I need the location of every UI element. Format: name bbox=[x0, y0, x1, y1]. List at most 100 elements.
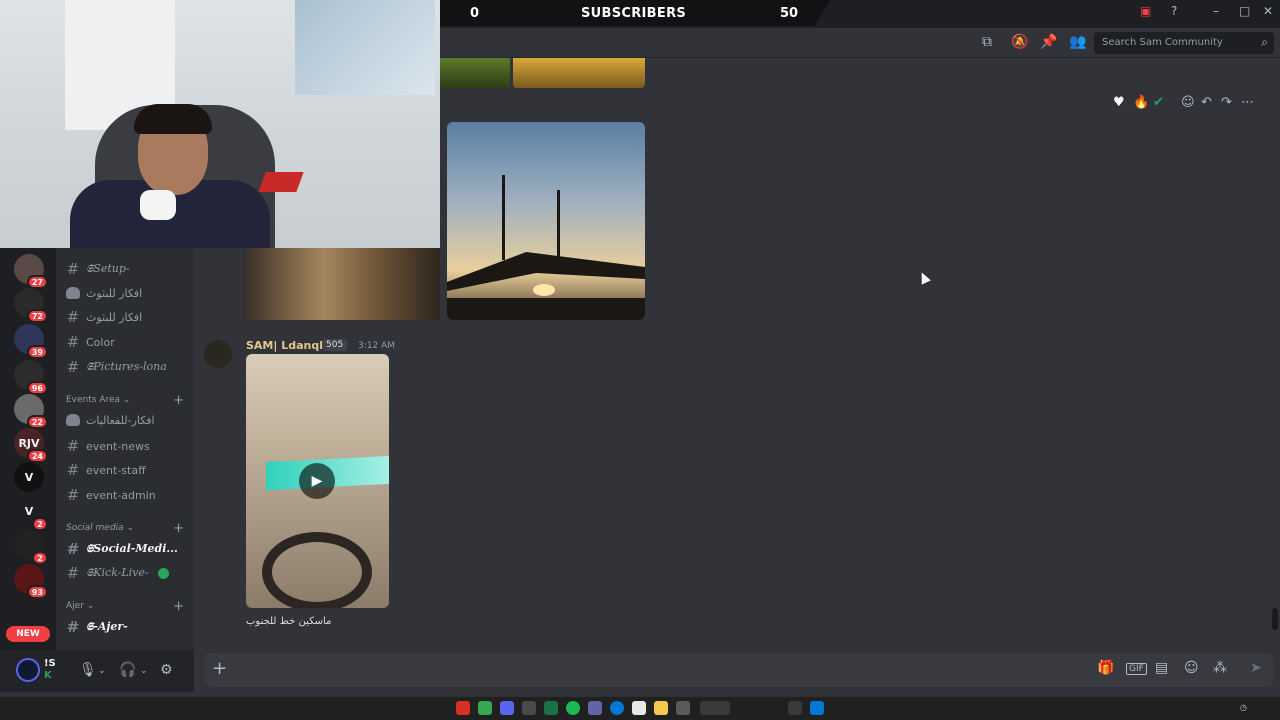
channel-ajer[interactable]: # 𝕾-Ajer- bbox=[60, 616, 188, 638]
inbox-icon[interactable]: ▣ bbox=[1140, 4, 1151, 18]
app-icon[interactable] bbox=[588, 701, 602, 715]
terminal-icon[interactable] bbox=[676, 701, 690, 715]
attachment-image-top-1[interactable] bbox=[440, 58, 510, 88]
hash-icon: # bbox=[66, 564, 80, 582]
add-channel-icon[interactable]: + bbox=[173, 393, 184, 408]
search-input[interactable]: Search Sam Community ⌕ bbox=[1094, 32, 1274, 54]
headphones-icon[interactable]: 🎧 bbox=[119, 662, 136, 678]
live-status-icon bbox=[157, 567, 169, 579]
settings-gear-icon[interactable]: ⚙ bbox=[160, 662, 173, 678]
chevron-down-icon[interactable]: ⌄ bbox=[98, 666, 106, 676]
emoji-icon[interactable]: ☺ bbox=[1184, 660, 1199, 676]
channel-header: ⧉ 🔕 📌 👥 Search Sam Community ⌕ bbox=[440, 28, 1280, 58]
send-icon[interactable]: ➤ bbox=[1250, 660, 1262, 676]
spotify-icon[interactable] bbox=[566, 701, 580, 715]
add-channel-icon[interactable]: + bbox=[173, 599, 184, 614]
reply-icon[interactable]: ↶ bbox=[1201, 95, 1212, 110]
edge-icon[interactable] bbox=[610, 701, 624, 715]
mouse-cursor bbox=[917, 270, 931, 285]
mute-icon[interactable]: 🔕 bbox=[1011, 34, 1028, 50]
server-icon-9[interactable]: 2 bbox=[14, 530, 48, 565]
server-icon-5[interactable]: 22 bbox=[14, 394, 48, 429]
server-icon-3[interactable]: 39 bbox=[14, 324, 48, 359]
avatar[interactable] bbox=[16, 658, 40, 682]
forward-icon[interactable]: ↷ bbox=[1221, 95, 1232, 110]
message-caption: ماسكين خط للجنوب bbox=[246, 616, 332, 627]
search-taskbar-icon[interactable] bbox=[700, 701, 730, 715]
server-badge: 24 bbox=[26, 449, 48, 463]
store-icon[interactable] bbox=[632, 701, 646, 715]
obs-icon[interactable] bbox=[522, 701, 536, 715]
windows-start-icon[interactable] bbox=[810, 701, 824, 715]
gift-icon[interactable]: 🎁 bbox=[1097, 660, 1114, 676]
play-icon[interactable]: ▶ bbox=[299, 463, 335, 499]
search-icon: ⌕ bbox=[1261, 35, 1268, 49]
apps-icon[interactable]: ⁂ bbox=[1213, 660, 1227, 676]
gif-icon[interactable]: GIF bbox=[1126, 663, 1147, 675]
hash-icon: # bbox=[66, 260, 80, 278]
threads-icon[interactable]: ⧉ bbox=[982, 34, 992, 50]
attachment-image-street[interactable] bbox=[246, 248, 440, 320]
members-icon[interactable]: 👥 bbox=[1069, 34, 1086, 50]
channel-setup[interactable]: # 𝕾Setup- bbox=[60, 258, 188, 280]
file-explorer-icon[interactable] bbox=[654, 701, 668, 715]
channel-event-admin[interactable]: # event-admin bbox=[60, 484, 188, 506]
forum-event-ideas[interactable]: افكار-للفعاليات bbox=[60, 409, 188, 431]
channel-pictures[interactable]: # 𝕾Pictures-lona bbox=[60, 356, 188, 378]
pin-icon[interactable]: 📌 bbox=[1040, 34, 1057, 50]
chrome-icon[interactable] bbox=[456, 701, 470, 715]
author-avatar[interactable] bbox=[204, 340, 232, 368]
close-icon[interactable]: ✕ bbox=[1263, 4, 1273, 18]
server-icon-10[interactable]: 93 bbox=[14, 564, 48, 599]
channel-ideas-2[interactable]: # افكار للبثوث bbox=[60, 306, 188, 328]
category-events-area[interactable]: Events Area ⌄ + bbox=[66, 392, 190, 408]
server-icon-4[interactable]: 96 bbox=[14, 360, 48, 395]
server-icon-2[interactable]: 72 bbox=[14, 288, 48, 323]
server-badge: 2 bbox=[32, 517, 48, 531]
hash-icon: # bbox=[66, 308, 80, 326]
more-options-icon[interactable]: ⋯ bbox=[1241, 95, 1254, 110]
maximize-icon[interactable]: □ bbox=[1239, 4, 1250, 18]
server-badge: 93 bbox=[26, 585, 48, 599]
server-icon-8[interactable]: V2 bbox=[14, 496, 48, 531]
help-icon[interactable]: ? bbox=[1171, 4, 1177, 18]
server-icon-1[interactable]: 27 bbox=[14, 254, 48, 289]
clock-icon: ◷ bbox=[1240, 703, 1247, 712]
attachment-image-top-2[interactable] bbox=[513, 58, 645, 88]
server-badge: 96 bbox=[26, 381, 48, 395]
app-icon[interactable] bbox=[478, 701, 492, 715]
role-badge: 505 bbox=[322, 339, 348, 351]
channel-color[interactable]: # Color bbox=[60, 331, 188, 353]
server-icon-6[interactable]: RJV 24 bbox=[14, 428, 48, 463]
reaction-check-icon[interactable]: ✔ bbox=[1153, 95, 1164, 110]
reaction-fire-icon[interactable]: 🔥 bbox=[1133, 95, 1149, 110]
add-channel-icon[interactable]: + bbox=[173, 521, 184, 536]
attachment-image-sunset[interactable] bbox=[447, 122, 645, 320]
channel-social-media[interactable]: # 𝕾Social-Medi... bbox=[60, 538, 188, 560]
new-servers-badge[interactable]: NEW bbox=[6, 626, 50, 642]
channel-sidebar: # 𝕾Setup- افكار للبثوث # افكار للبثوث # Col… bbox=[56, 248, 194, 650]
add-reaction-icon[interactable]: ☺ bbox=[1181, 95, 1195, 110]
channel-kick-live[interactable]: # 𝕾Kick-Live- bbox=[60, 562, 188, 584]
search-icon[interactable] bbox=[788, 701, 802, 715]
channel-event-news[interactable]: # event-news bbox=[60, 435, 188, 457]
excel-icon[interactable] bbox=[544, 701, 558, 715]
channel-event-staff[interactable]: # event-staff bbox=[60, 459, 188, 481]
server-rail: 27 72 39 96 22 RJV 24 V V2 2 93 bbox=[0, 248, 56, 650]
sticker-icon[interactable]: ▤ bbox=[1155, 660, 1168, 676]
server-label: RJV bbox=[18, 436, 40, 450]
minimize-icon[interactable]: – bbox=[1213, 4, 1219, 18]
reaction-heart-icon[interactable]: ♥ bbox=[1113, 95, 1125, 110]
category-social-media[interactable]: Social media ⌄ + bbox=[66, 520, 190, 536]
category-ajer[interactable]: Ajer ⌄ + bbox=[66, 598, 190, 614]
server-icon-7[interactable]: V bbox=[14, 462, 44, 492]
sunset-sun bbox=[533, 284, 555, 296]
scrollbar[interactable] bbox=[1272, 608, 1278, 630]
attach-plus-icon[interactable]: + bbox=[212, 658, 227, 679]
microphone-icon[interactable]: 🎙 bbox=[79, 662, 97, 678]
discord-icon[interactable] bbox=[500, 701, 514, 715]
forum-ideas-1[interactable]: افكار للبثوث bbox=[60, 282, 188, 304]
server-badge: 22 bbox=[26, 415, 48, 429]
message-author[interactable]: SAM| Ldanqht bbox=[246, 339, 332, 352]
chevron-down-icon[interactable]: ⌄ bbox=[140, 666, 148, 676]
